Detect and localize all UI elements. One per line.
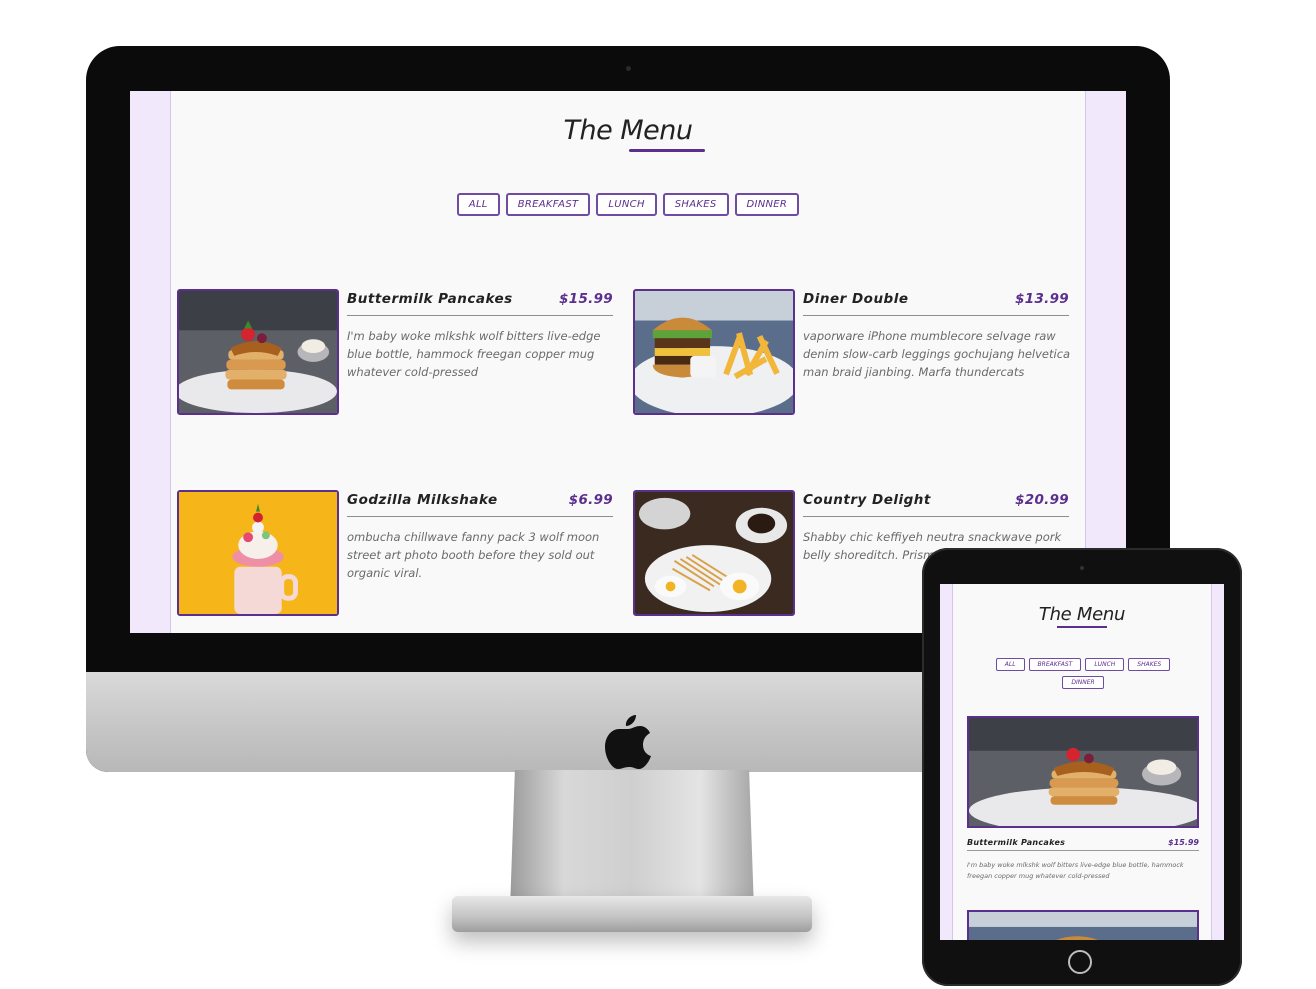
item-header: Country Delight $20.99 <box>803 490 1069 517</box>
tablet-burger-photo[interactable] <box>967 910 1199 940</box>
tablet-item-header: Buttermilk Pancakes $15.99 <box>967 836 1199 851</box>
pancakes-photo[interactable] <box>177 289 339 415</box>
item-header: Godzilla Milkshake $6.99 <box>347 490 613 517</box>
filter-shakes-button[interactable]: SHAKES <box>662 193 729 216</box>
item-description: ombucha chillwave fanny pack 3 wolf moon… <box>347 530 600 580</box>
page-title: The Menu <box>563 115 693 146</box>
monitor-stand <box>510 770 754 910</box>
title-underline <box>629 149 705 152</box>
tablet-item-description: I'm baby woke mlkshk wolf bitters live-e… <box>967 861 1184 880</box>
tablet-filter-bar: ALL BREAKFAST LUNCH SHAKES DINNER <box>983 658 1183 689</box>
item-description: vaporware iPhone mumblecore selvage raw … <box>803 329 1071 379</box>
item-header: Diner Double $13.99 <box>803 289 1069 316</box>
monitor-base <box>452 896 812 932</box>
menu-item: Diner Double $13.99 vaporware iPhone mum… <box>633 289 1073 419</box>
burger-fries-photo[interactable] <box>633 289 795 415</box>
filter-lunch-button[interactable]: LUNCH <box>596 193 657 216</box>
tablet-filter-dinner-button[interactable]: DINNER <box>1062 676 1104 689</box>
filter-dinner-button[interactable]: DINNER <box>734 193 800 216</box>
breakfast-plate-photo[interactable] <box>633 490 795 616</box>
tablet-filter-shakes-button[interactable]: SHAKES <box>1128 658 1171 671</box>
filter-bar: ALL BREAKFAST LUNCH SHAKES DINNER <box>171 193 1085 216</box>
item-name: Buttermilk Pancakes <box>347 291 513 307</box>
tablet-title-underline <box>1057 626 1107 628</box>
tablet-pancakes-photo[interactable] <box>967 716 1199 828</box>
tablet-item-name: Buttermilk Pancakes <box>967 838 1066 847</box>
item-price: $13.99 <box>1015 291 1069 307</box>
tablet-screen: The Menu ALL BREAKFAST LUNCH SHAKES DINN… <box>940 584 1224 940</box>
item-name: Godzilla Milkshake <box>347 492 498 508</box>
item-price: $15.99 <box>559 291 613 307</box>
tablet-menu-page: The Menu ALL BREAKFAST LUNCH SHAKES DINN… <box>952 584 1212 940</box>
item-price: $6.99 <box>568 492 613 508</box>
monitor-camera <box>626 66 631 71</box>
item-description: I'm baby woke mlkshk wolf bitters live-e… <box>347 329 601 379</box>
item-header: Buttermilk Pancakes $15.99 <box>347 289 613 316</box>
tablet-home-button[interactable] <box>1068 950 1092 974</box>
apple-logo-icon <box>605 715 651 769</box>
tablet-camera <box>1080 566 1084 570</box>
filter-breakfast-button[interactable]: BREAKFAST <box>505 193 591 216</box>
tablet-filter-lunch-button[interactable]: LUNCH <box>1085 658 1125 671</box>
tablet-device: The Menu ALL BREAKFAST LUNCH SHAKES DINN… <box>922 548 1242 986</box>
filter-all-button[interactable]: ALL <box>456 193 500 216</box>
tablet-filter-all-button[interactable]: ALL <box>995 658 1025 671</box>
item-name: Diner Double <box>803 291 909 307</box>
milkshake-photo[interactable] <box>177 490 339 616</box>
item-name: Country Delight <box>803 492 931 508</box>
tablet-item-price: $15.99 <box>1168 838 1199 847</box>
menu-item: Godzilla Milkshake $6.99 ombucha chillwa… <box>177 490 617 620</box>
tablet-filter-breakfast-button[interactable]: BREAKFAST <box>1028 658 1082 671</box>
menu-item: Buttermilk Pancakes $15.99 I'm baby woke… <box>177 289 617 419</box>
item-price: $20.99 <box>1015 492 1069 508</box>
tablet-page-title: The Menu <box>1038 604 1126 625</box>
